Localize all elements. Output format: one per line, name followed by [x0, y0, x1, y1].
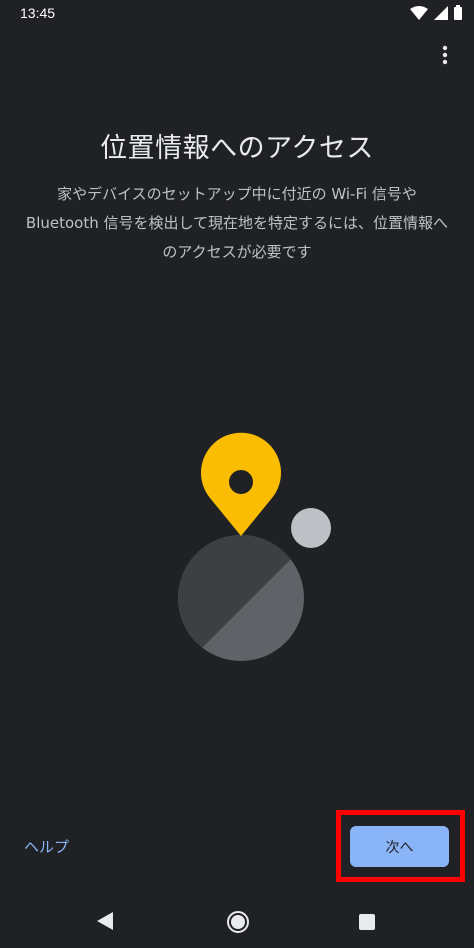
signal-icon [434, 5, 448, 24]
help-button[interactable]: ヘルプ [24, 836, 69, 857]
more-vert-icon [442, 45, 448, 69]
next-button[interactable]: 次へ [350, 826, 449, 867]
location-pin-icon [201, 432, 281, 536]
moon-icon [291, 508, 331, 548]
status-icons [410, 4, 462, 24]
navigation-bar [0, 900, 474, 948]
page-title: 位置情報へのアクセス [100, 133, 374, 164]
battery-icon [454, 4, 462, 24]
more-options-button[interactable] [430, 44, 460, 70]
location-illustration [160, 430, 350, 670]
home-icon[interactable] [226, 910, 250, 938]
recents-icon[interactable] [358, 913, 376, 935]
status-bar: 13:45 [0, 0, 474, 30]
globe-icon [178, 535, 304, 661]
page-description: 家やデバイスのセットアップ中に付近の Wi-Fi 信号や Bluetooth 信… [25, 185, 449, 261]
status-time: 13:45 [20, 5, 56, 21]
back-icon[interactable] [96, 911, 114, 935]
wifi-icon [410, 5, 428, 24]
next-button-label: 次へ [385, 839, 414, 856]
